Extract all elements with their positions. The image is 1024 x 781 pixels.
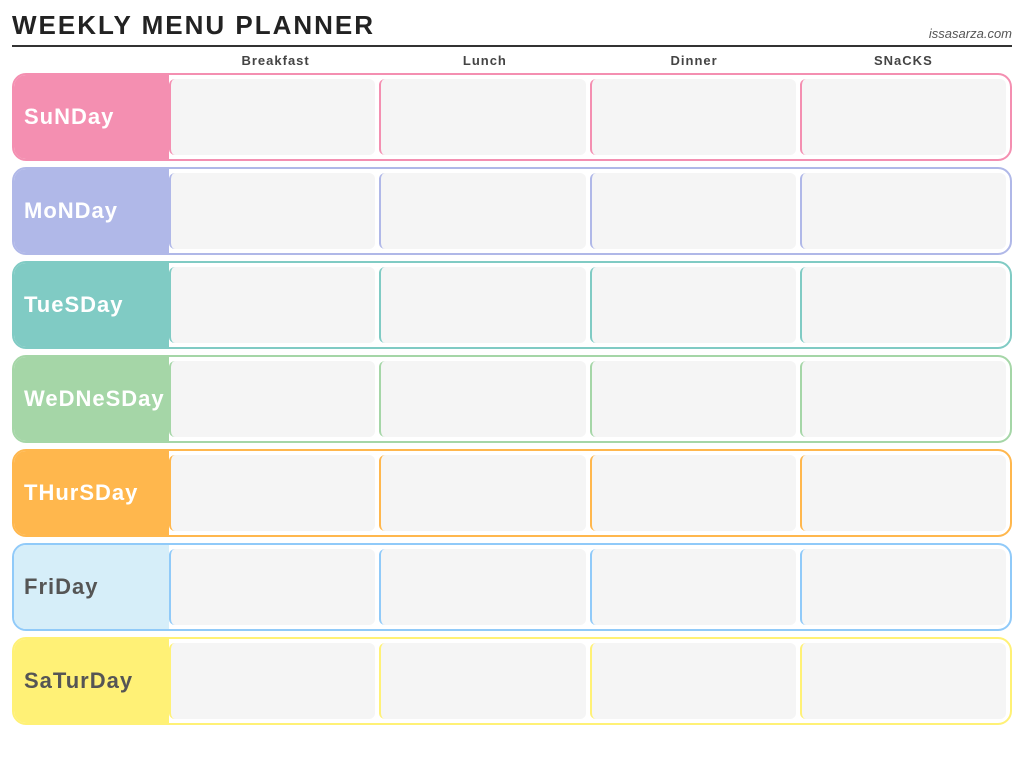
meal-cell-thursday-dinner[interactable] bbox=[590, 455, 796, 531]
day-row-tuesday: TueSDay bbox=[12, 261, 1012, 349]
col-header-dinner: Dinner bbox=[590, 53, 799, 68]
meal-cell-sunday-dinner[interactable] bbox=[590, 79, 796, 155]
meal-cell-monday-breakfast[interactable] bbox=[169, 173, 375, 249]
meal-cell-tuesday-snacks[interactable] bbox=[800, 267, 1006, 343]
day-row-monday: MoNDay bbox=[12, 167, 1012, 255]
meal-cell-tuesday-lunch[interactable] bbox=[379, 267, 585, 343]
meal-cell-tuesday-breakfast[interactable] bbox=[169, 267, 375, 343]
meal-cell-tuesday-dinner[interactable] bbox=[590, 267, 796, 343]
day-row-wednesday: WeDNeSDay bbox=[12, 355, 1012, 443]
day-label-thursday: THurSDay bbox=[14, 451, 169, 535]
meal-cell-thursday-breakfast[interactable] bbox=[169, 455, 375, 531]
meal-cell-sunday-snacks[interactable] bbox=[800, 79, 1006, 155]
meal-cell-saturday-breakfast[interactable] bbox=[169, 643, 375, 719]
meal-cell-thursday-lunch[interactable] bbox=[379, 455, 585, 531]
meal-cell-wednesday-lunch[interactable] bbox=[379, 361, 585, 437]
site-url: issasarza.com bbox=[929, 26, 1012, 41]
column-headers: Breakfast Lunch Dinner SNaCKS bbox=[12, 53, 1012, 68]
page-header: Weekly Menu Planner issasarza.com bbox=[12, 10, 1012, 47]
page-container: Weekly Menu Planner issasarza.com Breakf… bbox=[12, 10, 1012, 725]
day-row-sunday: SuNDay bbox=[12, 73, 1012, 161]
day-label-saturday: SaTurDay bbox=[14, 639, 169, 723]
day-label-wednesday: WeDNeSDay bbox=[14, 357, 169, 441]
meal-cell-sunday-breakfast[interactable] bbox=[169, 79, 375, 155]
day-label-sunday: SuNDay bbox=[14, 75, 169, 159]
meal-cell-monday-lunch[interactable] bbox=[379, 173, 585, 249]
day-row-thursday: THurSDay bbox=[12, 449, 1012, 537]
meal-cell-wednesday-breakfast[interactable] bbox=[169, 361, 375, 437]
meal-cell-monday-snacks[interactable] bbox=[800, 173, 1006, 249]
meal-cell-monday-dinner[interactable] bbox=[590, 173, 796, 249]
day-row-saturday: SaTurDay bbox=[12, 637, 1012, 725]
meal-cell-saturday-lunch[interactable] bbox=[379, 643, 585, 719]
page-title: Weekly Menu Planner bbox=[12, 10, 375, 41]
col-header-lunch: Lunch bbox=[380, 53, 589, 68]
meal-cell-saturday-snacks[interactable] bbox=[800, 643, 1006, 719]
meal-cell-thursday-snacks[interactable] bbox=[800, 455, 1006, 531]
col-header-breakfast: Breakfast bbox=[171, 53, 380, 68]
col-header-snacks: SNaCKS bbox=[799, 53, 1008, 68]
meal-cell-friday-breakfast[interactable] bbox=[169, 549, 375, 625]
meal-cell-friday-lunch[interactable] bbox=[379, 549, 585, 625]
meal-cell-wednesday-dinner[interactable] bbox=[590, 361, 796, 437]
day-label-monday: MoNDay bbox=[14, 169, 169, 253]
days-container: SuNDay MoNDay TueSDay WeDNeSDay THurSDay FriD… bbox=[12, 73, 1012, 725]
meal-cell-sunday-lunch[interactable] bbox=[379, 79, 585, 155]
meal-cell-wednesday-snacks[interactable] bbox=[800, 361, 1006, 437]
day-label-tuesday: TueSDay bbox=[14, 263, 169, 347]
meal-cell-saturday-dinner[interactable] bbox=[590, 643, 796, 719]
day-row-friday: FriDay bbox=[12, 543, 1012, 631]
meal-cell-friday-dinner[interactable] bbox=[590, 549, 796, 625]
day-label-friday: FriDay bbox=[14, 545, 169, 629]
meal-cell-friday-snacks[interactable] bbox=[800, 549, 1006, 625]
col-header-empty bbox=[16, 53, 171, 68]
